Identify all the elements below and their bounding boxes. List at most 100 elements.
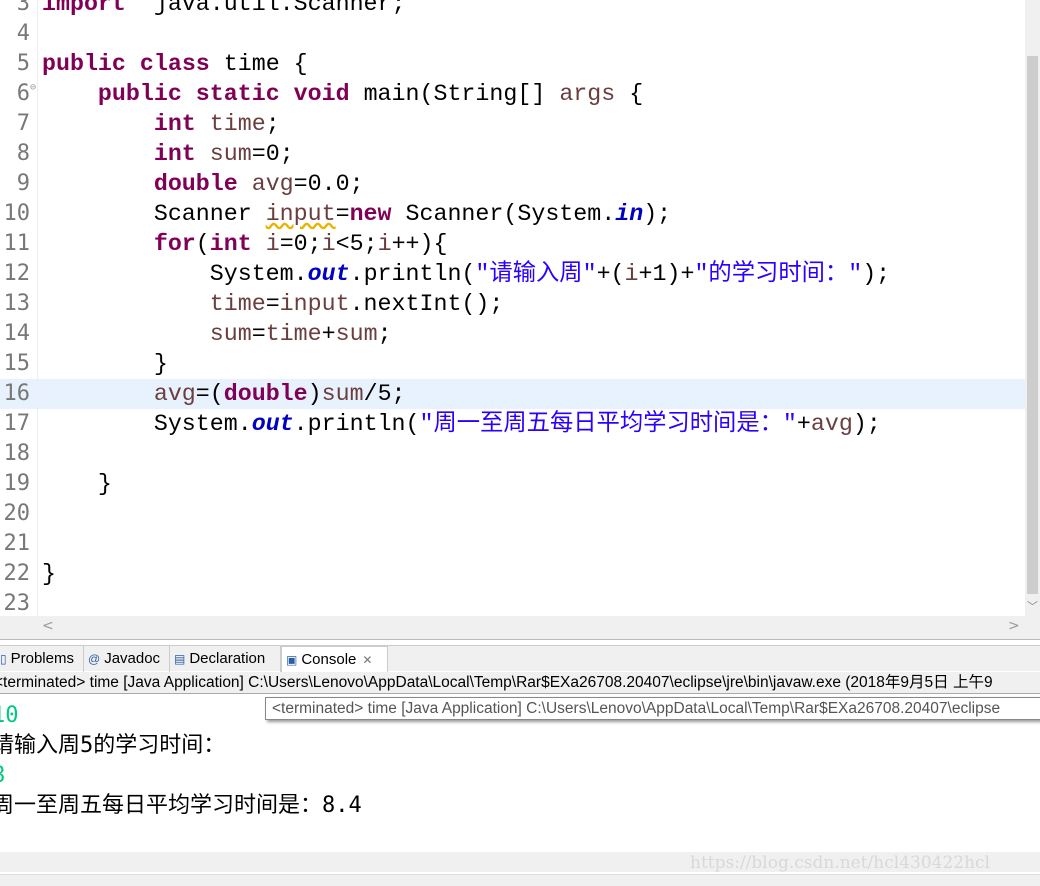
line-number: 23 [3, 591, 31, 616]
scroll-right-arrow-icon[interactable]: > [1008, 618, 1020, 634]
code-token: Scanner [42, 201, 266, 227]
code-token: in [615, 201, 644, 227]
code-line[interactable]: 10 Scanner input=new Scanner(System.in); [0, 199, 1025, 229]
code-line[interactable]: 22} [0, 559, 1025, 589]
code-line[interactable]: 11 for(int i=0;i<5;i++){ [0, 229, 1025, 259]
code-line[interactable]: 20 [0, 499, 1025, 529]
code-token: void [293, 81, 350, 107]
code-token: + [796, 411, 811, 437]
line-number: 9 [16, 171, 30, 196]
code-token: avg [251, 171, 294, 197]
code-line[interactable]: 21 [0, 529, 1025, 559]
vertical-scrollbar-thumb[interactable] [1027, 56, 1038, 594]
code-token: ); [643, 201, 672, 227]
line-number: 19 [3, 471, 31, 496]
code-token: i [624, 261, 639, 287]
code-text: sum=time+sum; [42, 319, 392, 349]
code-text: double avg=0.0; [42, 169, 364, 199]
code-token: i [321, 231, 336, 257]
code-token: /5; [363, 381, 406, 407]
code-token: int [153, 111, 196, 137]
bottom-bar [0, 874, 1040, 886]
code-line[interactable]: 14 sum=time+sum; [0, 319, 1025, 349]
line-number: 10 [3, 201, 31, 226]
line-number: 18 [3, 441, 31, 466]
code-editor[interactable]: 3 import java.util.Scanner; 4 5 public class… [0, 0, 1025, 616]
code-token: class [139, 51, 210, 77]
line-number: 6 [16, 81, 30, 106]
line-number: 14 [3, 321, 31, 346]
code-token: public [42, 51, 126, 77]
code-token: import [42, 0, 126, 17]
code-text: import java.util.Scanner; [42, 0, 406, 19]
tab-console[interactable]: ▣ Console ✕ [281, 646, 388, 672]
fold-toggle-icon[interactable]: ⊖ [30, 73, 36, 103]
code-text: System.out.println("周一至周五每日平均学习时间是："+avg… [42, 409, 881, 439]
code-line[interactable]: 7 int time; [0, 109, 1025, 139]
console-icon: ▣ [286, 653, 298, 667]
code-line[interactable]: 3 import java.util.Scanner; [0, 0, 1025, 19]
code-line[interactable]: 5 public class time { [0, 49, 1025, 79]
code-token: for [153, 231, 196, 257]
code-token: sum [209, 321, 252, 347]
code-line[interactable]: 4 [0, 19, 1025, 49]
line-number: 13 [3, 291, 31, 316]
code-token: =( [195, 381, 224, 407]
code-line[interactable]: 6 ⊖ public static void main(String[] args… [0, 79, 1025, 109]
code-token: } [42, 561, 56, 587]
code-token: input [279, 291, 350, 317]
console-status-line: <terminated> time [Java Application] C:\… [0, 672, 1040, 694]
console-line-input: 8 [0, 761, 5, 791]
scroll-left-arrow-icon[interactable]: < [42, 618, 54, 634]
code-token: ++){ [391, 231, 448, 257]
tab-label: Problems [10, 650, 74, 667]
tab-declaration[interactable]: ▤ Declaration [170, 646, 281, 672]
code-token: sum [321, 381, 364, 407]
close-icon[interactable]: ✕ [362, 653, 372, 667]
code-line[interactable]: 8 int sum=0; [0, 139, 1025, 169]
code-line[interactable]: 15 } [0, 349, 1025, 379]
code-token: System. [42, 411, 252, 437]
code-token: public [97, 81, 182, 107]
code-text: } [42, 349, 168, 379]
line-number: 8 [16, 141, 30, 166]
code-line[interactable]: 17 System.out.println("周一至周五每日平均学习时间是："+… [0, 409, 1025, 439]
line-number: 22 [3, 561, 31, 586]
code-token: ; [377, 321, 392, 347]
code-token: =0.0; [293, 171, 364, 197]
code-text: Scanner input=new Scanner(System.in); [42, 199, 671, 229]
code-line[interactable]: 18 [0, 439, 1025, 469]
code-token: int [153, 141, 196, 167]
code-token: input [265, 201, 336, 227]
scroll-down-arrow-icon[interactable]: ﹀ [1027, 598, 1038, 614]
code-token: i [265, 231, 280, 257]
code-token: time [209, 291, 266, 317]
tab-javadoc[interactable]: @ Javadoc [84, 646, 170, 672]
code-line[interactable]: 12 System.out.println("请输入周"+(i+1)+"的学习时… [0, 259, 1025, 289]
tab-problems[interactable]: ▯ Problems [0, 646, 84, 672]
line-number: 3 [16, 0, 30, 16]
code-line[interactable]: 9 double avg=0.0; [0, 169, 1025, 199]
code-token: "的学习时间：" [694, 261, 863, 287]
code-token: time [209, 111, 266, 137]
horizontal-scrollbar[interactable]: < > [0, 616, 1040, 640]
code-text: System.out.println("请输入周"+(i+1)+"的学习时间："… [42, 259, 890, 289]
code-token: .println( [293, 411, 420, 437]
code-line[interactable]: 19 } [0, 469, 1025, 499]
code-token: sum [335, 321, 378, 347]
code-token: double [153, 171, 238, 197]
code-line[interactable]: 16 avg=(double)sum/5; [0, 379, 1025, 409]
code-text: for(int i=0;i<5;i++){ [42, 229, 448, 259]
code-token: avg [810, 411, 853, 437]
code-line[interactable]: 23 [0, 589, 1025, 616]
code-line[interactable]: 13 time=input.nextInt(); [0, 289, 1025, 319]
code-text: int sum=0; [42, 139, 294, 169]
